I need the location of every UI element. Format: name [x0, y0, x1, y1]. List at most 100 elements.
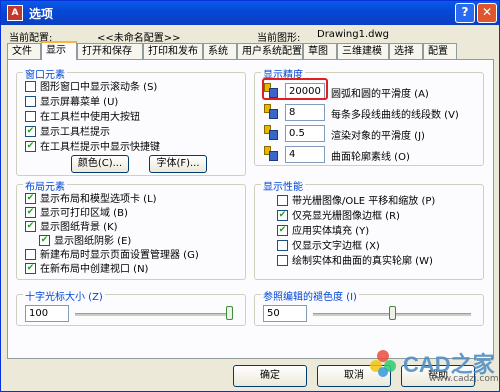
checkbox-highlight-raster-frame[interactable]: ✔ 仅亮显光栅图像边框 (R) [265, 209, 400, 223]
checkbox-label: 应用实体填充 (Y) [292, 226, 370, 237]
checkbox-box[interactable] [277, 254, 288, 266]
checkbox-show-tooltips[interactable]: ✔ 显示工具栏提示 [25, 125, 110, 139]
checkbox-box[interactable] [25, 95, 36, 107]
checkbox-label: 显示图纸阴影 (E) [54, 236, 132, 247]
layout-elements-title: 布局元素 [23, 178, 67, 193]
checkbox-box[interactable] [277, 194, 288, 206]
checkbox-true-silhouettes[interactable]: 绘制实体和曲面的真实轮廓 (W) [265, 254, 433, 268]
checkbox-box[interactable]: ✔ [25, 140, 36, 152]
current-drawing-value: Drawing1.dwg [317, 29, 389, 40]
xref-fade-input[interactable]: 50 [263, 305, 307, 322]
layout-elements-group: 布局元素 ✔ 显示布局和模型选项卡 (L) ✔ 显示可打印区域 (B) ✔ 显示图纸背… [16, 178, 246, 280]
dialog-title: 选项 [29, 7, 54, 21]
tab-system[interactable]: 系统 [203, 43, 237, 59]
highlight-box [262, 78, 328, 100]
checkbox-box[interactable]: ✔ [25, 192, 36, 204]
polyline-segments-icon [263, 104, 279, 120]
colors-button[interactable]: 颜色(C)... [71, 155, 129, 173]
checkbox-label: 显示屏幕菜单 (U) [40, 97, 119, 108]
watermark: CAD之家 www.cadzj.com [367, 343, 499, 391]
checkbox-box[interactable] [25, 248, 36, 260]
crosshair-slider-track[interactable] [75, 313, 233, 316]
window-elements-group: 窗口元素 图形窗口中显示滚动条 (S) 显示屏幕菜单 (U) 在工具栏中使用大按… [16, 66, 246, 176]
checkbox-label: 图形窗口中显示滚动条 (S) [40, 82, 158, 93]
title-bar[interactable]: A 选项 ? ✕ [1, 1, 499, 25]
watermark-url: www.cadzj.com [429, 374, 499, 384]
setting-icon [265, 225, 277, 237]
ok-button[interactable]: 确定 [233, 365, 307, 387]
render-smoothness-icon [263, 125, 279, 141]
render-smoothness-label: 渲染对象的平滑度 (J) [331, 131, 425, 142]
crosshair-size-input[interactable]: 100 [25, 305, 69, 322]
checkbox-box[interactable]: ✔ [39, 234, 50, 246]
display-performance-title: 显示性能 [261, 178, 305, 193]
arc-smoothness-label: 圆弧和圆的平滑度 (A) [331, 89, 429, 100]
contour-lines-label: 曲面轮廓素线 (O) [331, 152, 410, 163]
checkbox-screen-menu[interactable]: 显示屏幕菜单 (U) [25, 95, 119, 109]
checkbox-show-scrollbars[interactable]: 图形窗口中显示滚动条 (S) [25, 80, 158, 94]
checkbox-label: 仅亮显光栅图像边框 (R) [292, 211, 400, 222]
display-performance-group: 显示性能 带光栅图像/OLE 平移和缩放 (P) ✔ 仅亮显光栅图像边框 (R) … [254, 178, 484, 280]
polyline-segments-label: 每条多段线曲线的线段数 (V) [331, 110, 459, 121]
checkbox-label: 仅显示文字边框 (X) [292, 241, 380, 252]
tab-selection[interactable]: 选择 [389, 43, 423, 59]
tab-user-preferences[interactable]: 用户系统配置 [237, 43, 303, 59]
checkbox-pan-zoom-raster[interactable]: 带光栅图像/OLE 平移和缩放 (P) [265, 194, 436, 208]
checkbox-box[interactable]: ✔ [25, 220, 36, 232]
checkbox-printable-area[interactable]: ✔ 显示可打印区域 (B) [25, 206, 128, 220]
tab-profiles[interactable]: 配置 [423, 43, 457, 59]
fonts-button[interactable]: 字体(F)... [149, 155, 207, 173]
crosshair-slider-thumb[interactable] [226, 306, 233, 320]
checkbox-label: 显示图纸背景 (K) [40, 222, 118, 233]
tab-display[interactable]: 显示 [41, 41, 77, 60]
options-dialog: A 选项 ? ✕ 当前配置: <<未命名配置>> 当前图形: Drawing1.… [0, 0, 500, 392]
display-tab-panel: 窗口元素 图形窗口中显示滚动条 (S) 显示屏幕菜单 (U) 在工具栏中使用大按… [7, 59, 494, 359]
checkbox-box[interactable]: ✔ [277, 209, 288, 221]
checkbox-text-boundary[interactable]: 仅显示文字边框 (X) [265, 239, 380, 253]
checkbox-label: 新建布局时显示页面设置管理器 (G) [40, 250, 199, 261]
tab-drafting[interactable]: 草图 [303, 43, 337, 59]
watermark-logo-icon [370, 350, 396, 377]
checkbox-label: 显示可打印区域 (B) [40, 208, 128, 219]
crosshair-size-group: 十字光标大小 (Z) 100 [16, 288, 246, 326]
checkbox-create-viewport[interactable]: ✔ 在新布局中创建视口 (N) [25, 262, 149, 276]
checkbox-solid-fill[interactable]: ✔ 应用实体填充 (Y) [265, 224, 370, 238]
checkbox-page-setup-manager[interactable]: 新建布局时显示页面设置管理器 (G) [25, 248, 199, 262]
setting-icon [265, 210, 277, 222]
checkbox-box[interactable] [25, 110, 36, 122]
setting-icon [265, 255, 277, 267]
checkbox-box[interactable]: ✔ [25, 262, 36, 274]
xref-fade-slider-thumb[interactable] [388, 306, 396, 320]
checkbox-box[interactable]: ✔ [277, 224, 288, 236]
current-profile-value: <<未命名配置>> [97, 33, 181, 44]
checkbox-label: 在新布局中创建视口 (N) [40, 264, 149, 275]
contour-lines-input[interactable]: 4 [285, 146, 325, 163]
tab-open-save[interactable]: 打开和保存 [77, 43, 143, 59]
setting-icon [265, 240, 277, 252]
checkbox-box[interactable]: ✔ [25, 125, 36, 137]
checkbox-label: 绘制实体和曲面的真实轮廓 (W) [292, 256, 433, 267]
checkbox-box[interactable] [25, 80, 36, 92]
checkbox-layout-model-tabs[interactable]: ✔ 显示布局和模型选项卡 (L) [25, 192, 157, 206]
tab-3d-modeling[interactable]: 三维建模 [337, 43, 389, 59]
tab-plot-publish[interactable]: 打印和发布 [143, 43, 203, 59]
checkbox-paper-shadow[interactable]: ✔ 显示图纸阴影 (E) [39, 234, 132, 248]
close-button[interactable]: ✕ [477, 3, 497, 23]
app-icon: A [7, 5, 23, 21]
render-smoothness-input[interactable]: 0.5 [285, 125, 325, 142]
xref-fade-title: 参照编辑的褪色度 (I) [261, 288, 359, 303]
checkbox-label: 显示工具栏提示 [40, 127, 110, 138]
checkbox-label: 在工具栏提示中显示快捷键 [40, 142, 160, 153]
checkbox-box[interactable]: ✔ [25, 206, 36, 218]
setting-icon [265, 195, 277, 207]
checkbox-large-buttons[interactable]: 在工具栏中使用大按钮 [25, 110, 140, 124]
checkbox-paper-background[interactable]: ✔ 显示图纸背景 (K) [25, 220, 118, 234]
checkbox-box[interactable] [277, 239, 288, 251]
tab-files[interactable]: 文件 [7, 43, 41, 59]
checkbox-label: 带光栅图像/OLE 平移和缩放 (P) [292, 196, 436, 207]
checkbox-shortcut-keys[interactable]: ✔ 在工具栏提示中显示快捷键 [25, 140, 160, 154]
window-elements-title: 窗口元素 [23, 66, 67, 81]
help-title-button[interactable]: ? [455, 3, 475, 23]
polyline-segments-input[interactable]: 8 [285, 104, 325, 121]
current-drawing-label: 当前图形: [257, 33, 301, 44]
